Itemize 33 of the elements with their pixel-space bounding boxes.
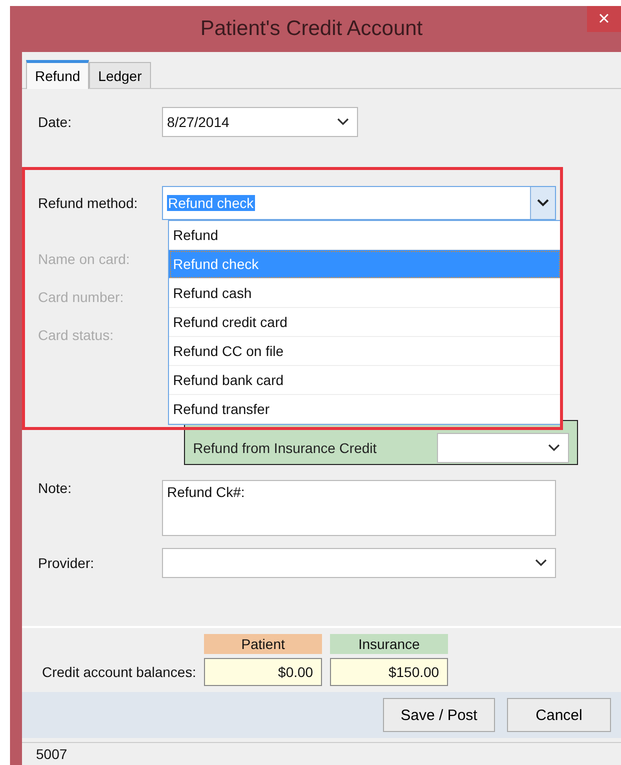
dialog-button[interactable]: Save / Post [383, 698, 495, 732]
window-title: Patient's Credit Account [200, 17, 423, 41]
field-label: Card status: [38, 327, 114, 343]
field-label: Refund from Insurance Credit [193, 440, 377, 456]
column-heading: Insurance [330, 634, 448, 654]
balance-value: $150.00 [330, 658, 448, 686]
field-label: Refund method: [38, 195, 139, 211]
field-label: Note: [38, 480, 72, 496]
dropdown-option[interactable]: Refund CC on file [169, 337, 561, 366]
field-label: Name on card: [38, 251, 131, 267]
balance-value: $0.00 [204, 658, 322, 686]
close-button[interactable]: × [587, 6, 621, 32]
column-heading: Patient [204, 634, 322, 654]
field-label: Date: [38, 114, 72, 130]
dropdown-option[interactable]: Refund transfer [169, 395, 561, 424]
chevron-icon [337, 118, 349, 126]
field-label: Provider: [38, 555, 96, 571]
provider-dropdown[interactable] [162, 548, 556, 578]
tab[interactable]: Refund [26, 60, 90, 89]
balances-label: Credit account balances: [42, 664, 196, 680]
chevron-icon [537, 199, 549, 207]
tab[interactable]: Ledger [89, 62, 151, 88]
field-label: Card number: [38, 289, 125, 305]
date-dropdown[interactable]: 8/27/2014 [162, 107, 358, 137]
dropdown-option[interactable]: Refund cash [169, 279, 561, 308]
note-field[interactable]: Refund Ck#: [162, 480, 556, 536]
dropdown-option[interactable]: Refund bank card [169, 366, 561, 395]
chevron-icon [548, 444, 560, 452]
status-text: 5007 [36, 746, 68, 762]
dropdown-option[interactable]: Refund credit card [169, 308, 561, 337]
insurance-credit-dropdown[interactable] [437, 432, 569, 462]
chevron-icon [535, 559, 547, 567]
dialog-button[interactable]: Cancel [507, 698, 611, 732]
